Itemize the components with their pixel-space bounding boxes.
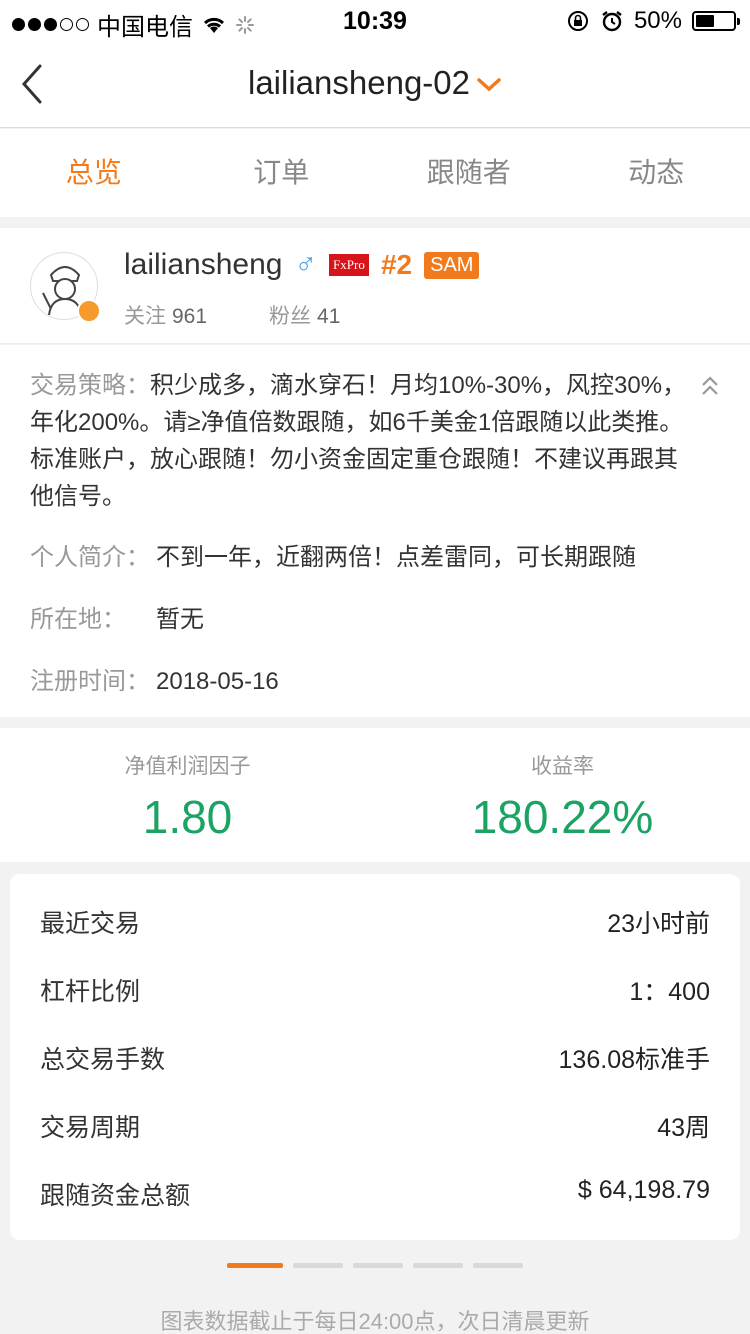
male-gender-icon: ♂	[294, 248, 317, 281]
location-row: 所在地： 暂无	[30, 599, 204, 634]
broker-logo: FxPro	[328, 254, 369, 276]
stat-row: 总交易手数 136.08标准手	[40, 1040, 710, 1080]
stat-label: 总交易手数	[40, 1046, 166, 1074]
stat-value: 43周	[657, 1114, 710, 1142]
key-metrics: 净值利润因子 1.80 收益率 180.22%	[0, 728, 750, 862]
collapse-chevron-icon[interactable]	[700, 375, 720, 399]
metric-label: 净值利润因子	[124, 755, 251, 778]
bio-text: 不到一年，近翻两倍！点差雷同，可长期跟随	[156, 544, 636, 571]
bio-row: 个人简介： 不到一年，近翻两倍！点差雷同，可长期跟随	[30, 537, 636, 572]
alarm-icon	[602, 11, 622, 32]
page-dot[interactable]	[473, 1263, 523, 1268]
rank-label: #2	[380, 249, 413, 280]
strategy-label: 交易策略：	[30, 372, 150, 399]
stats-card: 最近交易 23小时前 杠杆比例 1：400 总交易手数 136.08标准手 交易…	[10, 874, 740, 1240]
metric-value: 1.80	[142, 791, 233, 843]
verified-badge-icon	[77, 299, 101, 323]
register-text: 2018-05-16	[156, 668, 279, 695]
tab-overview[interactable]: 总览	[0, 129, 188, 217]
sam-badge: SAM	[424, 251, 480, 279]
profile-header: lailiansheng ♂ FxPro #2 SAM 关注 961 粉丝 41	[0, 228, 750, 344]
stat-label: 杠杆比例	[40, 978, 141, 1006]
stat-label: 最近交易	[40, 910, 141, 938]
register-row: 注册时间： 2018-05-16	[30, 661, 279, 696]
location-label: 所在地：	[30, 606, 126, 633]
page-dot[interactable]	[353, 1263, 403, 1268]
page-dot[interactable]	[293, 1263, 343, 1268]
battery-icon	[692, 11, 740, 31]
page-dot[interactable]	[413, 1263, 463, 1268]
trading-strategy: 交易策略：积少成多，滴水穿石！月均10%-30%，风控30%，年化200%。请≥…	[30, 367, 690, 515]
location-text: 暂无	[156, 606, 204, 633]
following-stat[interactable]: 关注 961	[124, 300, 207, 330]
stat-value: 1：400	[629, 978, 710, 1006]
username-row: lailiansheng ♂ FxPro #2 SAM	[124, 248, 480, 282]
page-indicator[interactable]	[0, 1263, 750, 1268]
metric-label: 收益率	[531, 755, 594, 778]
status-bar: 中国电信 10:39 50%	[0, 0, 750, 41]
fans-label: 粉丝	[269, 305, 312, 328]
avatar[interactable]	[30, 252, 101, 323]
fans-count: 41	[317, 305, 341, 328]
tab-activity[interactable]: 动态	[563, 129, 750, 217]
stat-row: 交易周期 43周	[40, 1108, 710, 1148]
fans-stat[interactable]: 粉丝 41	[269, 300, 340, 330]
stat-row: 最近交易 23小时前	[40, 904, 710, 944]
stat-value: 23小时前	[607, 910, 710, 938]
register-label: 注册时间：	[30, 668, 150, 695]
tab-orders[interactable]: 订单	[188, 129, 376, 217]
stat-label: 跟随资金总额	[40, 1182, 191, 1210]
tab-followers[interactable]: 跟随者	[375, 129, 563, 217]
metric-return-rate: 收益率 180.22%	[375, 728, 750, 862]
stat-row: 杠杆比例 1：400	[40, 972, 710, 1012]
bio-label: 个人简介：	[30, 544, 150, 571]
page-dot[interactable]	[227, 1263, 283, 1268]
metric-profit-factor: 净值利润因子 1.80	[0, 728, 375, 862]
stat-value: 136.08标准手	[558, 1046, 710, 1074]
page-title: lailiansheng-02	[248, 64, 470, 101]
stat-row: 跟随资金总额 $ 64,198.79	[40, 1176, 710, 1216]
follow-stats: 关注 961 粉丝 41	[124, 300, 340, 330]
navigation-bar: lailiansheng-02	[0, 40, 750, 128]
chevron-down-icon	[477, 78, 501, 92]
account-switcher[interactable]: lailiansheng-02	[0, 64, 750, 102]
battery-percent: 50%	[633, 7, 682, 34]
rotation-lock-icon	[567, 11, 588, 31]
stat-value: $ 64,198.79	[577, 1176, 710, 1204]
metric-value: 180.22%	[471, 791, 654, 843]
username: lailiansheng	[124, 248, 283, 281]
status-right: 50%	[566, 7, 740, 35]
following-label: 关注	[124, 305, 166, 328]
stat-label: 交易周期	[40, 1114, 141, 1142]
following-count: 961	[172, 305, 208, 328]
profile-info: 交易策略：积少成多，滴水穿石！月均10%-30%，风控30%，年化200%。请≥…	[0, 345, 750, 717]
tab-bar: 总览 订单 跟随者 动态	[0, 129, 750, 217]
data-footnote: 图表数据截止于每日24:00点，次日清晨更新	[160, 1309, 590, 1334]
